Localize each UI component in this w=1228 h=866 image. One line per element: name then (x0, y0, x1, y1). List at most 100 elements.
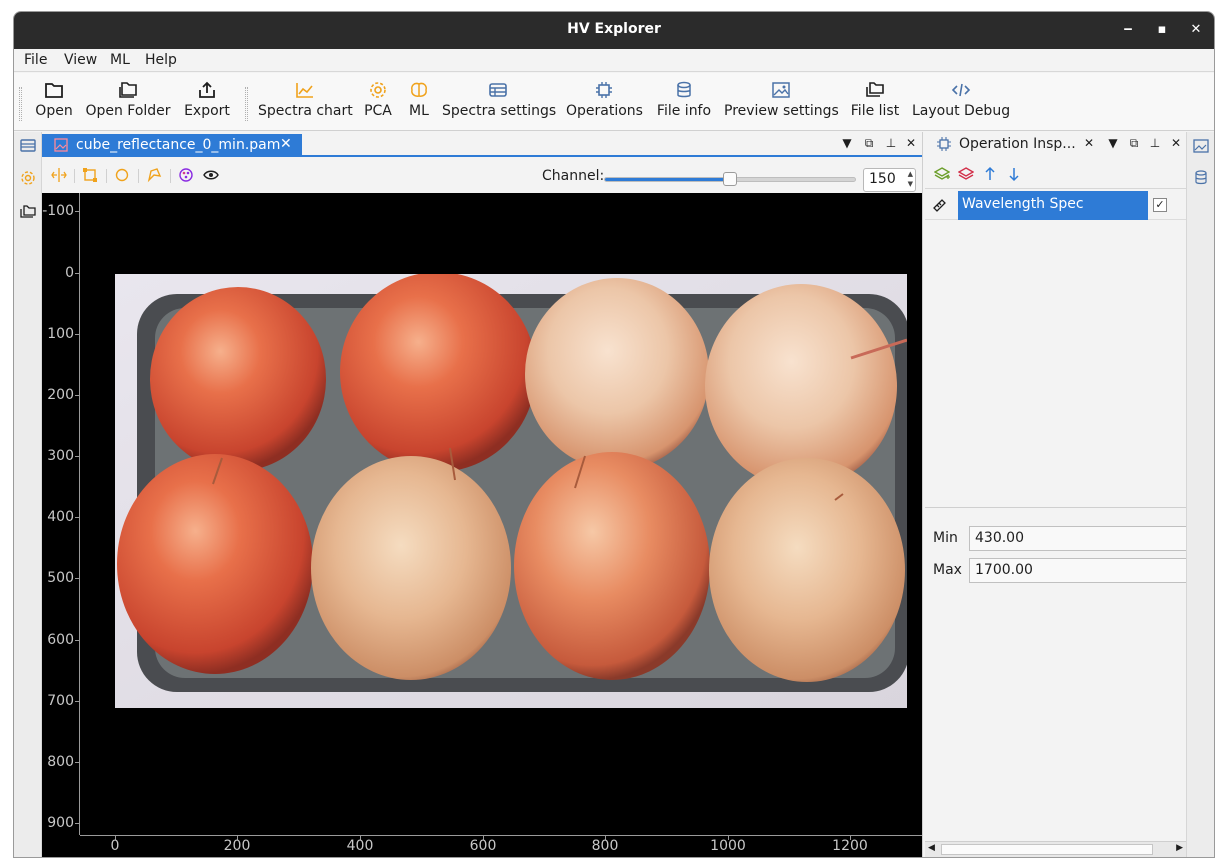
folders-icon[interactable] (20, 204, 36, 220)
scroll-right-icon[interactable]: ▶ (1176, 843, 1183, 853)
preview-settings-button[interactable]: Preview settings (724, 78, 839, 128)
scroll-thumb[interactable] (941, 844, 1153, 855)
pca-button[interactable]: PCA (360, 78, 396, 128)
file-info-label: File info (656, 103, 712, 119)
maximize-button[interactable]: ▪ (1152, 20, 1172, 40)
pin-icon[interactable]: ⊥ (1147, 136, 1163, 150)
export-button[interactable]: Export (180, 78, 234, 128)
spin-arrows-icon[interactable]: ▲ ▼ (908, 169, 913, 189)
spectra-chart-button[interactable]: Spectra chart (258, 78, 353, 128)
open-folder-button[interactable]: Open Folder (84, 78, 172, 128)
x-tick-label: 1000 (710, 838, 746, 854)
folders-icon (866, 82, 884, 97)
ml-button[interactable]: ML (402, 78, 436, 128)
min-row: Min 430.00 (933, 526, 1190, 551)
circle-select-icon[interactable] (114, 167, 130, 183)
channel-slider[interactable] (604, 172, 856, 186)
image-tab[interactable]: cube_reflectance_0_min.pam ✕ (42, 134, 302, 157)
menu-file[interactable]: File (24, 52, 47, 68)
ruler-icon (933, 199, 946, 212)
max-input[interactable]: 1700.00 (969, 558, 1190, 583)
close-icon[interactable]: ✕ (1081, 136, 1097, 150)
operations-label: Operations (566, 103, 643, 119)
spectra-settings-button[interactable]: Spectra settings (442, 78, 556, 128)
ml-label: ML (409, 103, 429, 119)
menu-help[interactable]: Help (145, 52, 177, 68)
arrow-down-icon[interactable] (1007, 166, 1021, 182)
menu-ml[interactable]: ML (110, 52, 130, 68)
app-window: HV Explorer ‒ ▪ ✕ File View ML Help Open… (13, 11, 1215, 858)
tab-menu-icon[interactable]: ▼ (1105, 136, 1121, 150)
spectra-chart-label: Spectra chart (258, 103, 353, 119)
channel-spinbox[interactable]: 150 ▲ ▼ (863, 168, 916, 192)
operation-name[interactable]: Wavelength Spec (958, 191, 1148, 220)
file-list-label: File list (850, 103, 900, 119)
inspector-title: Operation Insp... (959, 136, 1076, 152)
tab-menu-icon[interactable]: ▼ (839, 136, 855, 150)
separator (106, 169, 107, 183)
close-window-button[interactable]: ✕ (1186, 20, 1206, 40)
operation-row[interactable]: Wavelength Spec ✓ (925, 191, 1186, 220)
minimize-button[interactable]: ‒ (1118, 20, 1138, 40)
close-panel-icon[interactable]: ✕ (1168, 136, 1184, 150)
image-icon[interactable] (1193, 138, 1209, 154)
menu-bar: File View ML Help (14, 49, 1214, 72)
channel-value[interactable]: 150 (869, 171, 896, 187)
y-tick-label: 700 (47, 693, 74, 709)
code-icon (951, 83, 971, 97)
pca-label: PCA (364, 103, 392, 119)
y-tick-label: 200 (47, 387, 74, 403)
polygon-select-icon[interactable] (146, 167, 162, 183)
close-icon[interactable]: ✕ (280, 136, 292, 152)
y-tick-label: 400 (47, 509, 74, 525)
x-tick-label: 200 (223, 838, 251, 854)
separator (170, 169, 171, 183)
image-tools-bar: Channel: 150 ▲ ▼ (42, 159, 922, 193)
crosshair-icon[interactable] (51, 167, 67, 183)
close-panel-icon[interactable]: ✕ (903, 136, 919, 150)
min-input[interactable]: 430.00 (969, 526, 1190, 551)
gear-icon[interactable] (20, 170, 36, 186)
horizontal-scrollbar[interactable]: ◀ ▶ (925, 841, 1186, 857)
pin-icon[interactable]: ⊥ (883, 136, 899, 150)
y-tick (75, 517, 79, 518)
image-plot[interactable]: -100 0 100 200 300 400 500 600 700 800 9… (42, 193, 922, 857)
operation-enabled-checkbox[interactable]: ✓ (1153, 198, 1167, 212)
scroll-left-icon[interactable]: ◀ (928, 843, 935, 853)
menu-view[interactable]: View (64, 52, 97, 68)
file-list-button[interactable]: File list (848, 78, 902, 128)
slider-handle[interactable] (723, 172, 737, 186)
y-tick-label: -100 (42, 203, 74, 219)
y-tick (75, 273, 79, 274)
y-tick-label: 500 (47, 570, 74, 586)
layout-debug-label: Layout Debug (912, 103, 1011, 119)
x-tick-label: 600 (469, 838, 497, 854)
table-icon[interactable] (20, 138, 36, 154)
inspector-tools (923, 160, 1186, 188)
editor-tab-bar: cube_reflectance_0_min.pam ✕ ▼ ⧉ ⊥ ✕ (42, 132, 922, 157)
database-icon[interactable] (1193, 170, 1209, 186)
layout-debug-button[interactable]: Layout Debug (912, 78, 1010, 128)
window-title: HV Explorer (567, 21, 661, 37)
add-layer-icon[interactable] (934, 166, 950, 182)
file-info-button[interactable]: File info (654, 78, 714, 128)
separator (138, 169, 139, 183)
chip-icon (937, 137, 951, 151)
hyperspectral-image[interactable] (115, 274, 907, 708)
rect-select-icon[interactable] (82, 167, 98, 183)
x-axis: 0 200 400 600 800 1000 1200 (80, 835, 922, 857)
toolbar-grip[interactable] (19, 87, 22, 121)
arrow-up-icon[interactable] (983, 166, 997, 182)
palette-icon[interactable] (178, 167, 194, 183)
remove-layer-icon[interactable] (958, 166, 974, 182)
toolbar-grip-2[interactable] (245, 87, 248, 121)
operations-button[interactable]: Operations (566, 78, 643, 128)
channel-label: Channel: (542, 168, 605, 184)
float-icon[interactable]: ⧉ (861, 136, 877, 151)
inspector-title-bar: Operation Insp... ✕ ▼ ⧉ ⊥ ✕ (923, 132, 1186, 157)
open-button[interactable]: Open (32, 78, 76, 128)
database-icon (677, 81, 691, 98)
eye-icon[interactable] (203, 167, 219, 183)
y-tick-label: 300 (47, 448, 74, 464)
float-icon[interactable]: ⧉ (1126, 136, 1142, 151)
